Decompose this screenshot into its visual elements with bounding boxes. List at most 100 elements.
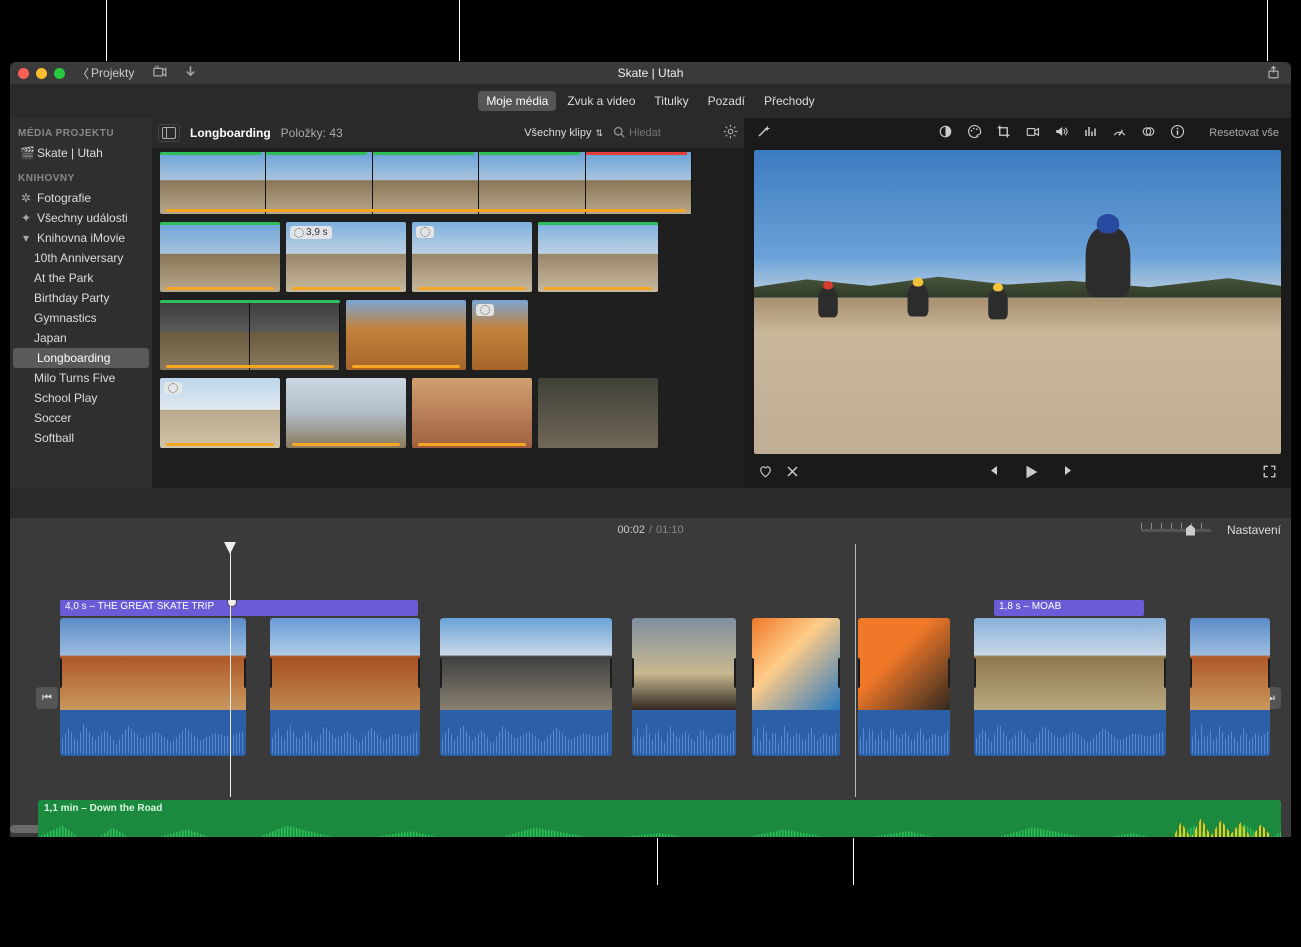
browser-clip-area[interactable]: 3,9 s (152, 148, 744, 488)
browser-clip[interactable] (346, 300, 466, 370)
timeline-start-marker[interactable]: ⏮ (36, 687, 58, 709)
clip-trim-handle-left[interactable] (858, 658, 860, 688)
browser-clip[interactable] (412, 222, 532, 292)
clip-filter-button[interactable] (1141, 124, 1156, 142)
clip-trim-handle-left[interactable] (752, 658, 754, 688)
timeline-zoom-slider[interactable] (1141, 529, 1211, 532)
browser-clip[interactable] (412, 378, 532, 448)
timeline-settings-button[interactable]: Nastavení (1227, 523, 1281, 537)
volume-button[interactable] (1054, 124, 1069, 142)
browser-clip[interactable] (160, 378, 280, 448)
import-media-button[interactable] (152, 64, 167, 82)
fullscreen-button[interactable] (1262, 464, 1277, 482)
browser-clip[interactable] (286, 378, 406, 448)
sidebar-project-media-item[interactable]: 🎬 Skate | Utah (10, 143, 152, 163)
sidebar-imovie-library-label: Knihovna iMovie (37, 231, 125, 245)
timeline-title-clip[interactable]: 4,0 s – THE GREAT SKATE TRIP (60, 600, 418, 616)
next-frame-button[interactable] (1062, 463, 1077, 484)
sidebar-event-10th-anniversary[interactable]: 10th Anniversary (10, 248, 152, 268)
audio-clip-label: 1,1 min – Down the Road (38, 800, 1281, 817)
playhead-line[interactable] (230, 542, 231, 797)
timeline-video-clip[interactable] (440, 618, 612, 756)
browser-clip[interactable] (160, 300, 340, 370)
reset-all-button[interactable]: Resetovat vše (1209, 127, 1279, 139)
share-button[interactable] (1266, 65, 1281, 85)
clip-trim-handle-right[interactable] (1164, 658, 1166, 688)
browser-clip[interactable] (538, 378, 658, 448)
favorite-button[interactable] (758, 464, 773, 482)
viewer-controls (744, 458, 1291, 488)
timeline-video-clip[interactable] (1190, 618, 1270, 756)
browser-clip[interactable] (160, 152, 692, 214)
content-tab-zvuk-a-video[interactable]: Zvuk a video (559, 91, 643, 111)
speed-button[interactable] (1112, 124, 1127, 142)
clip-trim-handle-left[interactable] (632, 658, 634, 688)
clip-trim-handle-left[interactable] (440, 658, 442, 688)
timeline-title-clip[interactable]: 1,8 s – MOAB (994, 600, 1144, 616)
clip-trim-handle-left[interactable] (270, 658, 272, 688)
sidebar-event-school-play[interactable]: School Play (10, 388, 152, 408)
sidebar-event-milo-turns-five[interactable]: Milo Turns Five (10, 368, 152, 388)
content-tab-pozadí[interactable]: Pozadí (700, 91, 753, 111)
noise-eq-button[interactable] (1083, 124, 1098, 142)
content-tab-moje-média[interactable]: Moje média (478, 91, 556, 111)
sidebar-event-birthday-party[interactable]: Birthday Party (10, 288, 152, 308)
sidebar-photos-library[interactable]: ✲ Fotografie (10, 188, 152, 208)
play-button[interactable] (1022, 463, 1040, 484)
browser-search[interactable] (613, 126, 713, 141)
sidebar-event-longboarding[interactable]: Longboarding (13, 348, 149, 368)
reject-button[interactable] (785, 464, 800, 482)
timeline-video-clip[interactable] (270, 618, 420, 756)
browser-clip[interactable]: 3,9 s (286, 222, 406, 292)
clip-filter-dropdown[interactable]: Všechny klipy ⇅ (524, 127, 603, 139)
zoom-window-button[interactable] (54, 68, 65, 79)
crop-button[interactable] (996, 124, 1011, 142)
viewer-display[interactable] (754, 150, 1281, 454)
clip-trim-handle-left[interactable] (60, 658, 62, 688)
sidebar-event-gymnastics[interactable]: Gymnastics (10, 308, 152, 328)
playhead-handle[interactable] (224, 542, 236, 554)
browser-clip[interactable] (538, 222, 658, 292)
browser-clip[interactable] (472, 300, 528, 370)
sidebar-event-soccer[interactable]: Soccer (10, 408, 152, 428)
content-tab-titulky[interactable]: Titulky (646, 91, 696, 111)
clip-trim-handle-right[interactable] (734, 658, 736, 688)
minimize-window-button[interactable] (36, 68, 47, 79)
clapperboard-icon: 🎬 (20, 146, 32, 160)
color-correction-button[interactable] (967, 124, 982, 142)
clip-trim-handle-left[interactable] (1190, 658, 1192, 688)
clip-trim-handle-right[interactable] (418, 658, 420, 688)
clip-filter-label: Všechny klipy (524, 127, 591, 139)
sidebar-all-events[interactable]: ✦ Všechny události (10, 208, 152, 228)
browser-settings-button[interactable] (723, 124, 738, 142)
search-input[interactable] (629, 127, 699, 139)
clip-trim-handle-right[interactable] (948, 658, 950, 688)
clip-trim-handle-right[interactable] (838, 658, 840, 688)
clip-info-button[interactable] (1170, 124, 1185, 142)
clip-trim-handle-right[interactable] (1268, 658, 1270, 688)
clip-trim-handle-left[interactable] (974, 658, 976, 688)
timeline-video-clip[interactable] (974, 618, 1166, 756)
timeline-video-clip[interactable] (752, 618, 840, 756)
close-window-button[interactable] (18, 68, 29, 79)
sidebar-event-at-the-park[interactable]: At the Park (10, 268, 152, 288)
toggle-sidebar-button[interactable] (158, 124, 180, 142)
timeline-body[interactable]: ⏮ ⏭ 4,0 s – THE GREAT SKATE TRIP1,8 s – … (10, 542, 1291, 837)
prev-frame-button[interactable] (985, 463, 1000, 484)
timeline-audio-clip[interactable]: 1,1 min – Down the Road (38, 800, 1281, 837)
browser-clip[interactable] (160, 222, 280, 292)
content-tab-přechody[interactable]: Přechody (756, 91, 823, 111)
sidebar-imovie-library[interactable]: ▾ Knihovna iMovie (10, 228, 152, 248)
sidebar-event-softball[interactable]: Softball (10, 428, 152, 448)
import-dropdown-button[interactable] (183, 64, 198, 82)
sidebar-event-japan[interactable]: Japan (10, 328, 152, 348)
projects-back-button[interactable]: 〈 Projekty (77, 65, 134, 82)
clip-trim-handle-right[interactable] (610, 658, 612, 688)
enhance-button[interactable] (756, 124, 771, 142)
timeline-video-clip[interactable] (858, 618, 950, 756)
timeline-video-clip[interactable] (60, 618, 246, 756)
timeline-video-clip[interactable] (632, 618, 736, 756)
stabilization-button[interactable] (1025, 124, 1040, 142)
color-balance-button[interactable] (938, 124, 953, 142)
clip-trim-handle-right[interactable] (244, 658, 246, 688)
